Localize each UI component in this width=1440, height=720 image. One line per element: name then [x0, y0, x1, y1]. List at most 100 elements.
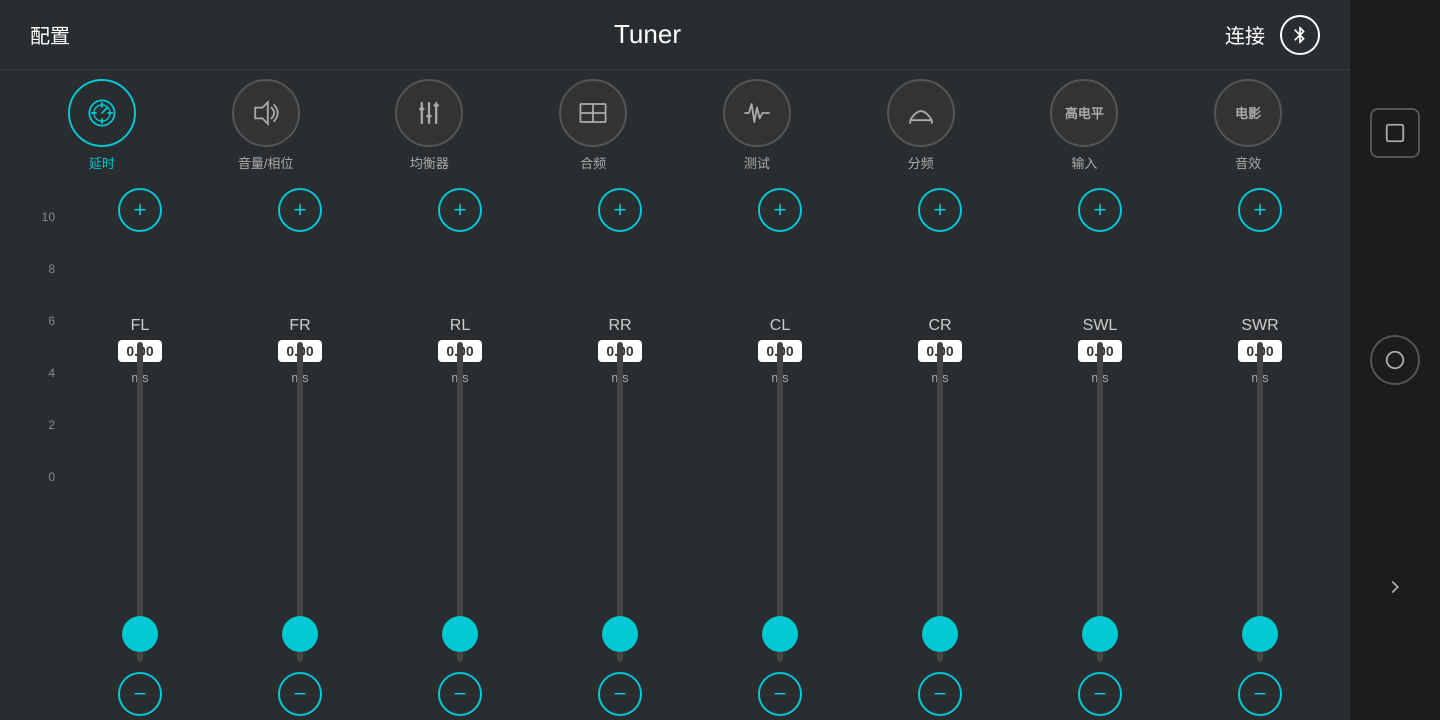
eq-icon-circle [395, 79, 463, 147]
cl-channel-name: CL [770, 317, 790, 335]
scale-4: 4 [48, 366, 55, 418]
cl-slider-track[interactable] [777, 342, 783, 662]
channels-area: + FL 0.00 ms − + FR 0.00 ms [60, 180, 1340, 720]
fr-slider-track[interactable] [297, 342, 303, 662]
swr-minus-button[interactable]: − [1238, 672, 1282, 716]
nav-item-effects[interactable]: 电影 音效 [1166, 70, 1330, 180]
fl-slider-track[interactable] [137, 342, 143, 662]
channel-swr: + SWR 0.00 ms − [1180, 180, 1340, 720]
nav-item-delay[interactable]: 延时 [20, 70, 184, 180]
app-title: Tuner [614, 19, 681, 50]
swl-slider-thumb[interactable] [1082, 616, 1118, 652]
config-button[interactable]: 配置 [30, 20, 70, 49]
swl-plus-button[interactable]: + [1078, 188, 1122, 232]
delay-icon-circle [68, 79, 136, 147]
cr-slider-thumb[interactable] [922, 616, 958, 652]
rl-slider-track[interactable] [457, 342, 463, 662]
fl-slider-thumb[interactable] [122, 616, 158, 652]
fl-minus-button[interactable]: − [118, 672, 162, 716]
nav-item-crossover2[interactable]: 分频 [839, 70, 1003, 180]
swl-slider-wrapper: SWL 0.00 ms [1020, 232, 1180, 672]
scale-6: 6 [48, 314, 55, 366]
fl-plus-button[interactable]: + [118, 188, 162, 232]
scale-2: 2 [48, 418, 55, 470]
cl-plus-button[interactable]: + [758, 188, 802, 232]
fr-slider-wrapper: FR 0.00 ms [220, 232, 380, 672]
rr-slider-thumb[interactable] [602, 616, 638, 652]
channel-cl: + CL 0.00 ms − [700, 180, 860, 720]
eq-label: 均衡器 [410, 153, 449, 172]
cl-slider-thumb[interactable] [762, 616, 798, 652]
swl-slider-track[interactable] [1097, 342, 1103, 662]
nav-item-eq[interactable]: 均衡器 [348, 70, 512, 180]
nav-item-volume[interactable]: 音量/相位 [184, 70, 348, 180]
fr-plus-button[interactable]: + [278, 188, 322, 232]
cr-plus-button[interactable]: + [918, 188, 962, 232]
rl-slider-wrapper: RL 0.00 ms [380, 232, 540, 672]
connect-button[interactable]: 连接 [1225, 20, 1265, 49]
rr-slider-track[interactable] [617, 342, 623, 662]
crossover2-label: 分频 [908, 153, 934, 172]
swr-slider-thumb[interactable] [1242, 616, 1278, 652]
input-icon-circle: 高电平 [1050, 79, 1118, 147]
fr-slider-thumb[interactable] [282, 616, 318, 652]
channel-cr: + CR 0.00 ms − [860, 180, 1020, 720]
nav-item-test[interactable]: 测试 [675, 70, 839, 180]
header-left: 配置 [30, 20, 70, 49]
cr-channel-name: CR [928, 317, 951, 335]
test-icon-circle [723, 79, 791, 147]
android-home-button[interactable] [1370, 335, 1420, 385]
volume-label: 音量/相位 [238, 153, 294, 172]
scale-10: 10 [42, 210, 55, 262]
fr-minus-button[interactable]: − [278, 672, 322, 716]
nav-row: 延时 音量/相位 [0, 70, 1350, 180]
scale-0: 0 [48, 470, 55, 522]
xover-icon-circle [559, 79, 627, 147]
swl-channel-name: SWL [1083, 317, 1118, 335]
effects-icon-text: 电影 [1235, 103, 1261, 122]
channel-rr: + RR 0.00 ms − [540, 180, 700, 720]
nav-item-input[interactable]: 高电平 输入 [1003, 70, 1167, 180]
input-label: 输入 [1071, 153, 1097, 172]
swr-channel-name: SWR [1241, 317, 1278, 335]
swl-minus-button[interactable]: − [1078, 672, 1122, 716]
effects-label: 音效 [1235, 153, 1261, 172]
main-area: 配置 Tuner 连接 [0, 0, 1350, 720]
rl-minus-button[interactable]: − [438, 672, 482, 716]
android-back-button[interactable] [1370, 562, 1420, 612]
cr-slider-wrapper: CR 0.00 ms [860, 232, 1020, 672]
fl-channel-name: FL [131, 317, 150, 335]
cl-minus-button[interactable]: − [758, 672, 802, 716]
fr-channel-name: FR [289, 317, 310, 335]
bluetooth-button[interactable] [1280, 15, 1320, 55]
channel-rl: + RL 0.00 ms − [380, 180, 540, 720]
channel-fl: + FL 0.00 ms − [60, 180, 220, 720]
header: 配置 Tuner 连接 [0, 0, 1350, 70]
test-label: 测试 [744, 153, 770, 172]
fl-slider-wrapper: FL 0.00 ms [60, 232, 220, 672]
cr-minus-button[interactable]: − [918, 672, 962, 716]
channel-swl: + SWL 0.00 ms − [1020, 180, 1180, 720]
rl-plus-button[interactable]: + [438, 188, 482, 232]
rl-channel-name: RL [450, 317, 470, 335]
sliders-section: 10 8 6 4 2 0 + FL 0.00 ms − [0, 180, 1350, 720]
rr-slider-wrapper: RR 0.00 ms [540, 232, 700, 672]
volume-icon-circle [232, 79, 300, 147]
nav-item-xover[interactable]: 合频 [511, 70, 675, 180]
cr-slider-track[interactable] [937, 342, 943, 662]
swr-slider-wrapper: SWR 0.00 ms [1180, 232, 1340, 672]
channel-fr: + FR 0.00 ms − [220, 180, 380, 720]
side-panel [1350, 0, 1440, 720]
android-square-button[interactable] [1370, 108, 1420, 158]
swr-plus-button[interactable]: + [1238, 188, 1282, 232]
scale-column: 10 8 6 4 2 0 [10, 180, 60, 720]
effects-icon-circle: 电影 [1214, 79, 1282, 147]
cl-slider-wrapper: CL 0.00 ms [700, 232, 860, 672]
swr-slider-track[interactable] [1257, 342, 1263, 662]
scale-8: 8 [48, 262, 55, 314]
rr-minus-button[interactable]: − [598, 672, 642, 716]
crossover2-icon-circle [887, 79, 955, 147]
delay-label: 延时 [89, 153, 115, 172]
rr-plus-button[interactable]: + [598, 188, 642, 232]
rl-slider-thumb[interactable] [442, 616, 478, 652]
